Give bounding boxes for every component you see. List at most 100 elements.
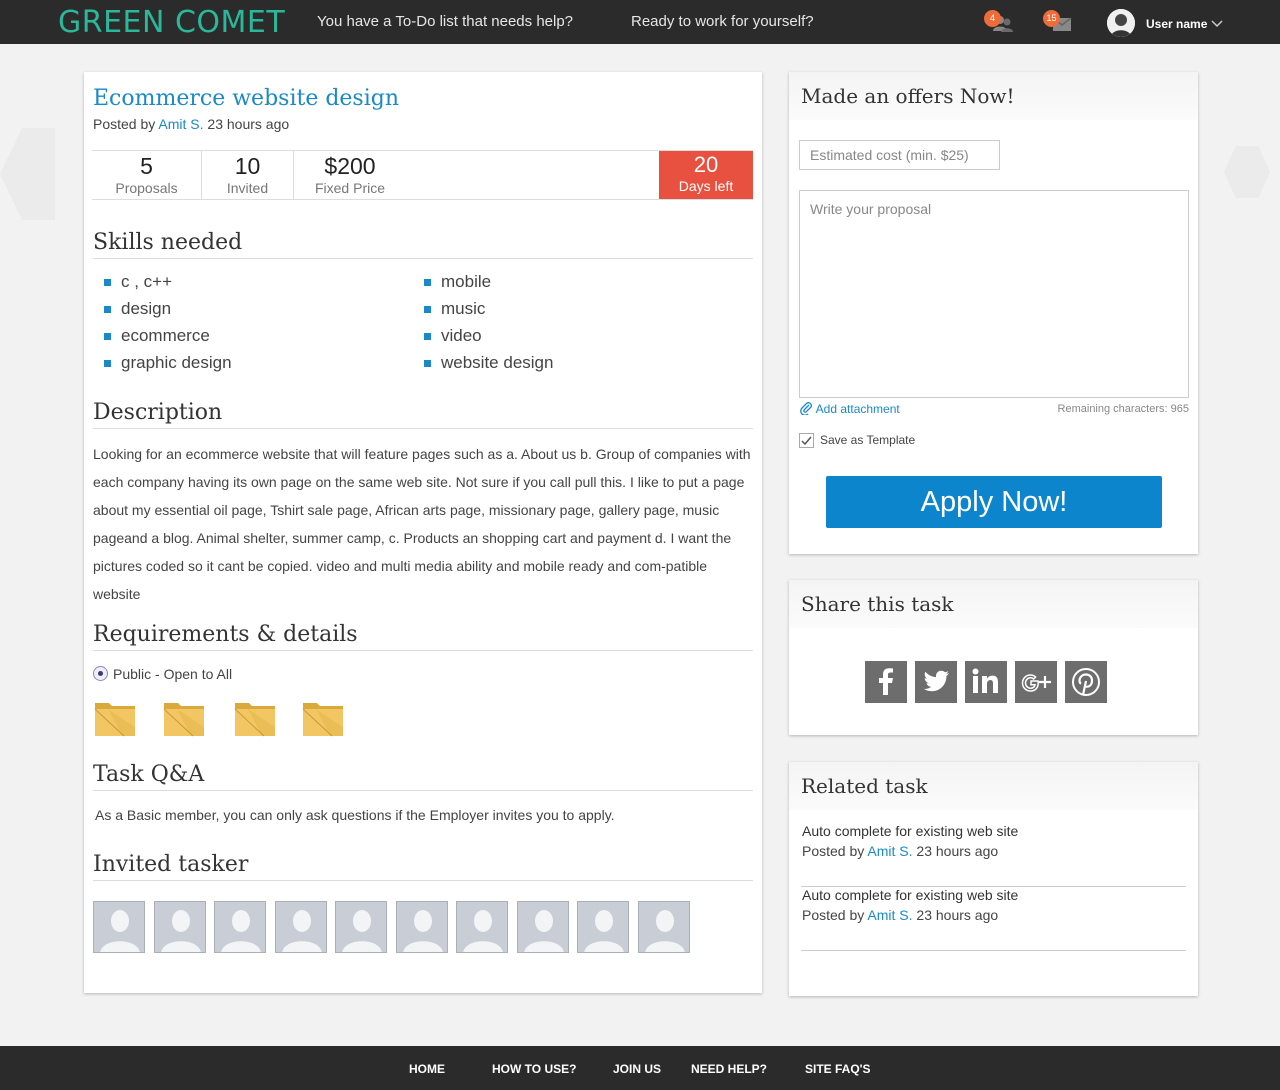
invited-tasker-avatar[interactable]	[335, 901, 387, 953]
author-link[interactable]: Amit S.	[158, 116, 203, 132]
default-avatar-icon	[275, 902, 326, 952]
invited-tasker-avatar[interactable]	[456, 901, 508, 953]
decorative-shape-right	[1224, 146, 1270, 198]
stat-label: Proposals	[115, 180, 178, 196]
related-task-item: Auto complete for existing web site Post…	[801, 887, 1186, 951]
pinterest-icon	[1072, 668, 1100, 696]
proposal-textarea[interactable]	[799, 190, 1189, 398]
google-plus-share-button[interactable]	[1015, 661, 1057, 703]
days-left-value: 20	[693, 152, 719, 177]
user-photo-icon	[1107, 9, 1135, 37]
twitter-share-button[interactable]	[915, 661, 957, 703]
attachment-folder[interactable]	[163, 699, 205, 737]
messages-notifications[interactable]: 15	[1043, 10, 1075, 34]
save-template-checkbox[interactable]	[799, 433, 814, 448]
default-avatar-icon	[154, 902, 205, 952]
visibility-label: Public - Open to All	[113, 666, 233, 682]
related-task-title[interactable]: Auto complete for existing web site	[802, 887, 1018, 903]
folder-icon	[234, 703, 275, 737]
stat-price: $200 Fixed Price	[294, 151, 406, 199]
posted-by-label: Posted by	[93, 116, 156, 132]
todo-help-link[interactable]: You have a To-Do list that needs help?	[317, 13, 573, 30]
invited-tasker-avatar[interactable]	[516, 901, 569, 953]
related-card-header: Related task	[789, 762, 1198, 810]
pinterest-share-button[interactable]	[1065, 661, 1107, 703]
folder-icon	[163, 703, 204, 737]
default-avatar-icon	[638, 902, 689, 952]
paperclip-icon	[800, 402, 812, 416]
qa-heading: Task Q&A	[93, 762, 753, 791]
folder-icon	[94, 703, 135, 737]
invited-tasker-avatar[interactable]	[637, 901, 690, 953]
offer-heading: Made an offers Now!	[801, 84, 1015, 108]
decorative-shape-left	[0, 128, 55, 220]
username-label[interactable]: User name	[1146, 17, 1207, 31]
footer-site-faq-link[interactable]: SITE FAQ'S	[805, 1062, 871, 1076]
related-task-title[interactable]: Auto complete for existing web site	[802, 823, 1018, 839]
save-template-label[interactable]: Save as Template	[820, 433, 915, 447]
attachment-folder[interactable]	[94, 699, 136, 737]
top-navbar: GREEN COMET You have a To-Do list that n…	[0, 0, 1280, 44]
footer-how-to-use-link[interactable]: HOW TO USE?	[492, 1062, 576, 1076]
linkedin-share-button[interactable]	[965, 661, 1007, 703]
offer-card-header: Made an offers Now!	[789, 72, 1198, 120]
skill-item: mobile	[424, 272, 491, 292]
offer-card: Made an offers Now! Add attachment Remai…	[789, 72, 1198, 554]
default-avatar-icon	[336, 902, 386, 952]
invited-tasker-avatar[interactable]	[274, 901, 327, 953]
invited-heading: Invited tasker	[93, 852, 753, 881]
stat-label: Fixed Price	[314, 180, 386, 196]
invited-tasker-avatar[interactable]	[153, 901, 206, 953]
people-notification-badge: 4	[984, 10, 1001, 27]
footer-join-us-link[interactable]: JOIN US	[613, 1062, 661, 1076]
facebook-share-button[interactable]	[865, 661, 907, 703]
apply-now-button[interactable]: Apply Now!	[826, 476, 1162, 528]
days-left-badge: 20 Days left	[659, 151, 753, 199]
invited-tasker-avatar[interactable]	[577, 901, 629, 953]
estimated-cost-input[interactable]	[799, 140, 1000, 170]
add-attachment-label: Add attachment	[815, 402, 900, 416]
default-avatar-icon	[396, 902, 447, 952]
stat-value: 5	[140, 153, 153, 179]
invited-tasker-avatar[interactable]	[214, 901, 266, 953]
invited-tasker-avatar[interactable]	[93, 901, 145, 953]
default-avatar-icon	[215, 902, 265, 952]
default-avatar-icon	[578, 902, 628, 952]
skills-heading: Skills needed	[93, 230, 753, 259]
requirements-heading: Requirements & details	[93, 622, 753, 651]
author-link[interactable]: Amit S.	[867, 907, 912, 923]
footer-home-link[interactable]: HOME	[409, 1062, 445, 1076]
work-for-yourself-link[interactable]: Ready to work for yourself?	[631, 13, 814, 30]
description-text: Looking for an ecommerce website that wi…	[93, 446, 751, 602]
footer-need-help-link[interactable]: NEED HELP?	[691, 1062, 767, 1076]
posted-time: 23 hours ago	[916, 843, 999, 859]
people-notifications[interactable]: 4	[984, 10, 1016, 34]
stat-proposals: 5 Proposals	[92, 151, 202, 199]
skill-item: music	[424, 299, 485, 319]
user-avatar[interactable]	[1107, 9, 1135, 37]
site-logo[interactable]: GREEN COMET	[58, 5, 285, 40]
stat-invited: 10 Invited	[202, 151, 294, 199]
author-link[interactable]: Amit S.	[867, 843, 912, 859]
twitter-icon	[923, 670, 949, 692]
folder-icon	[302, 703, 343, 737]
skill-item: c , c++	[104, 272, 172, 292]
attachment-folder[interactable]	[302, 699, 344, 737]
skill-item: video	[424, 326, 482, 346]
attachment-folder[interactable]	[234, 699, 276, 737]
default-avatar-icon	[94, 902, 144, 952]
add-attachment-link[interactable]: Add attachment	[800, 402, 900, 416]
chevron-down-icon[interactable]	[1211, 17, 1223, 29]
skill-item: design	[104, 299, 171, 319]
invited-tasker-avatar[interactable]	[395, 901, 448, 953]
task-posted-info: Posted by Amit S. 23 hours ago	[93, 116, 289, 132]
days-left-label: Days left	[678, 178, 734, 194]
skill-item: graphic design	[104, 353, 232, 373]
task-stats-bar: 5 Proposals 10 Invited $200 Fixed Price …	[92, 150, 753, 200]
qa-notice: As a Basic member, you can only ask ques…	[95, 807, 615, 823]
related-task-item: Auto complete for existing web site Post…	[801, 823, 1186, 887]
share-card: Share this task	[789, 580, 1198, 735]
remaining-characters: Remaining characters: 965	[1057, 403, 1189, 415]
messages-notification-badge: 15	[1043, 10, 1060, 27]
stat-value: $200	[324, 153, 376, 179]
